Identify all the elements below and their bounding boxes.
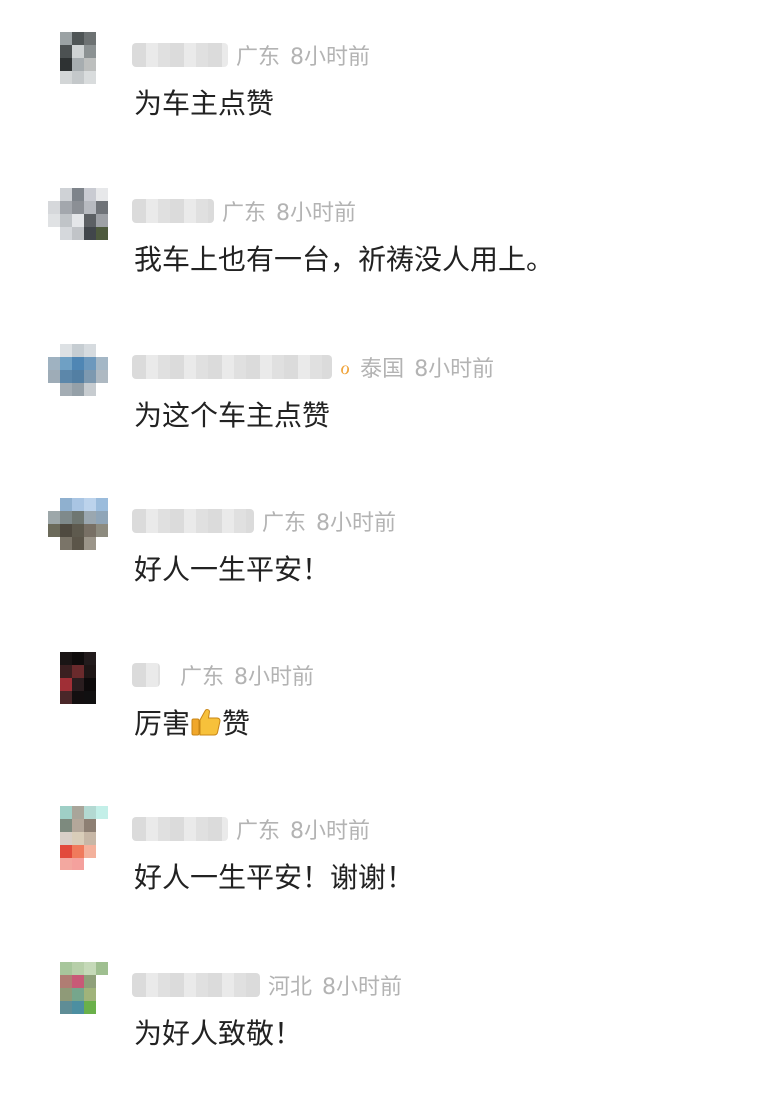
- timestamp: 8小时前: [322, 975, 403, 1000]
- region-label: 河北: [268, 975, 313, 1000]
- avatar[interactable]: [48, 188, 120, 252]
- username-blurred[interactable]: [132, 355, 332, 379]
- comment-item: 广东 8小时前 好人一生平安！: [0, 498, 763, 608]
- comment-item: ℴ 泰国 8小时前 为这个车主点赞: [0, 344, 763, 454]
- timestamp: 8小时前: [234, 665, 315, 690]
- avatar[interactable]: [48, 498, 120, 562]
- avatar[interactable]: [48, 32, 120, 96]
- comment-text-before: 厉害: [134, 707, 191, 740]
- timestamp: 8小时前: [290, 45, 371, 70]
- region-label: 广东: [222, 201, 267, 226]
- region-label: 广东: [180, 665, 225, 690]
- avatar[interactable]: [48, 652, 120, 716]
- ribbon-icon: ℴ: [340, 354, 351, 380]
- comment-text-after: 赞: [222, 707, 251, 740]
- region-label: 泰国: [360, 357, 405, 382]
- username-blurred[interactable]: [132, 973, 260, 997]
- username-blurred[interactable]: [132, 509, 254, 533]
- comment-text: 好人一生平安！: [134, 553, 331, 586]
- username-blurred[interactable]: [132, 199, 214, 223]
- region-label: 广东: [236, 45, 281, 70]
- comment-item: 广东 8小时前 为车主点赞: [0, 32, 763, 142]
- timestamp: 8小时前: [276, 201, 357, 226]
- comment-item: 广东 8小时前 好人一生平安！谢谢！: [0, 806, 763, 916]
- comment-item: 广东 8小时前 厉害 赞: [0, 652, 763, 762]
- username-blurred[interactable]: [132, 43, 228, 67]
- comment-item: 河北 8小时前 为好人致敬！: [0, 962, 763, 1072]
- avatar[interactable]: [48, 344, 120, 408]
- region-label: 广东: [236, 819, 281, 844]
- comment-text: 为好人致敬！: [134, 1017, 303, 1050]
- comment-item: 广东 8小时前 我车上也有一台，祈祷没人用上。: [0, 188, 763, 298]
- thumbs-up-icon: [191, 709, 221, 736]
- comment-text: 为这个车主点赞: [134, 399, 331, 432]
- avatar[interactable]: [48, 962, 120, 1026]
- timestamp: 8小时前: [316, 511, 397, 536]
- username-blurred[interactable]: [132, 663, 160, 687]
- comment-text: 好人一生平安！谢谢！: [134, 861, 415, 894]
- avatar[interactable]: [48, 806, 120, 870]
- comment-text: 为车主点赞: [134, 87, 275, 120]
- username-blurred[interactable]: [132, 817, 228, 841]
- timestamp: 8小时前: [290, 819, 371, 844]
- comment-text: 厉害 赞: [134, 702, 250, 742]
- region-label: 广东: [262, 511, 307, 536]
- timestamp: 8小时前: [414, 357, 495, 382]
- comment-text: 我车上也有一台，祈祷没人用上。: [134, 243, 555, 276]
